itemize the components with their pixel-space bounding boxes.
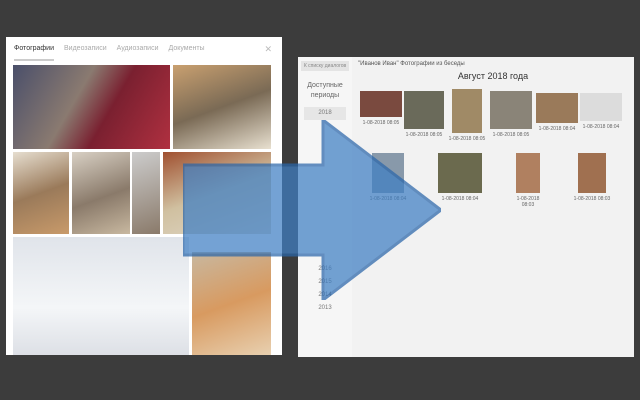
- photo-thumbnail[interactable]: 1-08-2018 08:04: [574, 93, 628, 130]
- photo-date: 1-08-2018 08:05: [448, 136, 486, 142]
- breadcrumb: "Иванов Иван" Фотографии из беседы: [358, 61, 465, 67]
- photo-image[interactable]: [438, 153, 482, 193]
- arrow-icon: [183, 120, 441, 300]
- photo-thumbnail[interactable]: 1-08-2018 08:05: [446, 89, 488, 142]
- photo-thumbnail[interactable]: 1-08-2018 08:03: [510, 153, 546, 208]
- close-icon[interactable]: ✕: [264, 44, 272, 55]
- back-to-dialogs-button[interactable]: К списку диалогов: [301, 61, 349, 71]
- tab-videos[interactable]: Видеозаписи: [64, 45, 107, 61]
- photo-image[interactable]: [536, 93, 578, 123]
- photo[interactable]: [13, 65, 170, 149]
- photo[interactable]: [13, 152, 69, 234]
- photo-date: 1-08-2018 08:03: [573, 196, 611, 202]
- month-title: Август 2018 года: [457, 71, 529, 81]
- photo-thumbnail[interactable]: 1-08-2018 08:03: [572, 153, 612, 202]
- photo-image[interactable]: [360, 91, 402, 117]
- tab-audio[interactable]: Аудиозаписи: [117, 45, 159, 61]
- photo[interactable]: [72, 152, 130, 234]
- photo-image[interactable]: [578, 153, 606, 193]
- year-item[interactable]: 2013: [304, 302, 346, 315]
- photo[interactable]: [13, 237, 189, 355]
- photo-date: 1-08-2018 08:05: [492, 132, 530, 138]
- photo[interactable]: [132, 152, 160, 234]
- year-item[interactable]: 2018: [304, 107, 346, 120]
- tabs: Фотографии Видеозаписи Аудиозаписи Докум…: [6, 37, 282, 61]
- photo-image[interactable]: [452, 89, 482, 133]
- tab-documents[interactable]: Документы: [169, 45, 205, 61]
- tab-photos[interactable]: Фотографии: [14, 45, 55, 61]
- photo-image[interactable]: [580, 93, 622, 121]
- photo-image[interactable]: [490, 91, 532, 129]
- photo-date: 1-08-2018 08:03: [516, 196, 540, 208]
- photo-image[interactable]: [516, 153, 540, 193]
- periods-heading: Доступные периоды: [307, 82, 343, 99]
- photo-date: 1-08-2018 08:04: [582, 124, 620, 130]
